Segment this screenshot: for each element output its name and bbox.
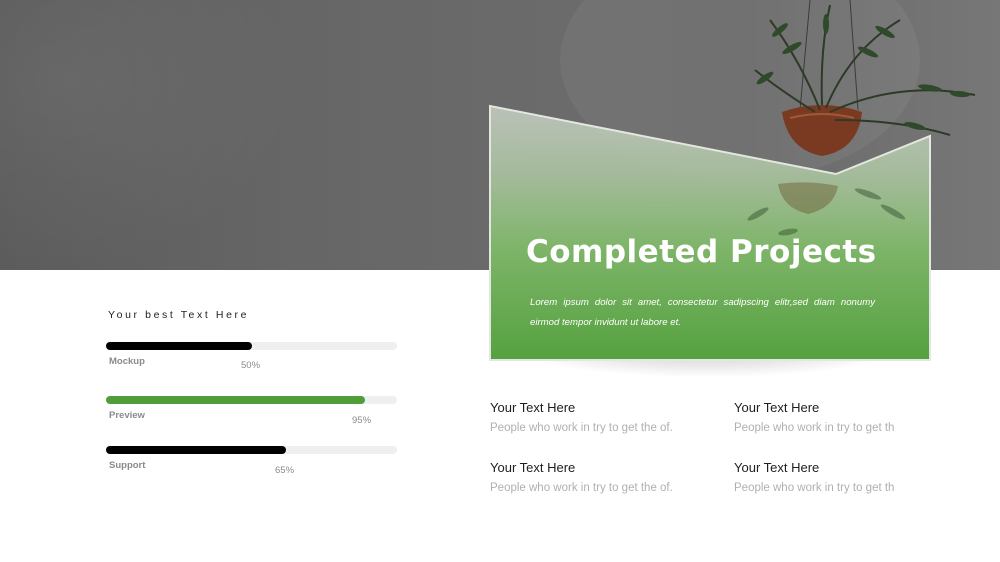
- progress-fill-support: [106, 446, 287, 454]
- item-body: People who work in try to get th: [734, 422, 895, 434]
- progress-label-preview: Preview: [109, 410, 145, 421]
- progress-label-support: Support: [109, 460, 146, 471]
- progress-track-support: [106, 446, 397, 454]
- item-title: Your Text Here: [734, 460, 820, 475]
- panel-title: Completed Projects: [526, 234, 877, 270]
- item-body: People who work in try to get the of.: [490, 482, 673, 494]
- progress-percent-mockup: 50%: [241, 360, 261, 371]
- progress-fill-preview: [106, 396, 365, 404]
- progress-percent-support: 65%: [275, 465, 295, 476]
- item-title: Your Text Here: [490, 460, 576, 475]
- item-title: Your Text Here: [734, 400, 820, 415]
- progress-heading: Your best Text Here: [108, 309, 250, 321]
- progress-fill-mockup: [106, 342, 252, 350]
- item-body: People who work in try to get the of.: [490, 422, 673, 434]
- slide: Completed Projects Lorem ipsum dolor sit…: [0, 0, 1000, 562]
- progress-label-mockup: Mockup: [109, 356, 145, 367]
- panel-body-text: Lorem ipsum dolor sit amet, consectetur …: [530, 297, 875, 328]
- item-title: Your Text Here: [490, 400, 576, 415]
- item-body: People who work in try to get th: [734, 482, 895, 494]
- progress-track-mockup: [106, 342, 397, 350]
- progress-track-preview: [106, 396, 397, 404]
- progress-percent-preview: 95%: [352, 415, 372, 426]
